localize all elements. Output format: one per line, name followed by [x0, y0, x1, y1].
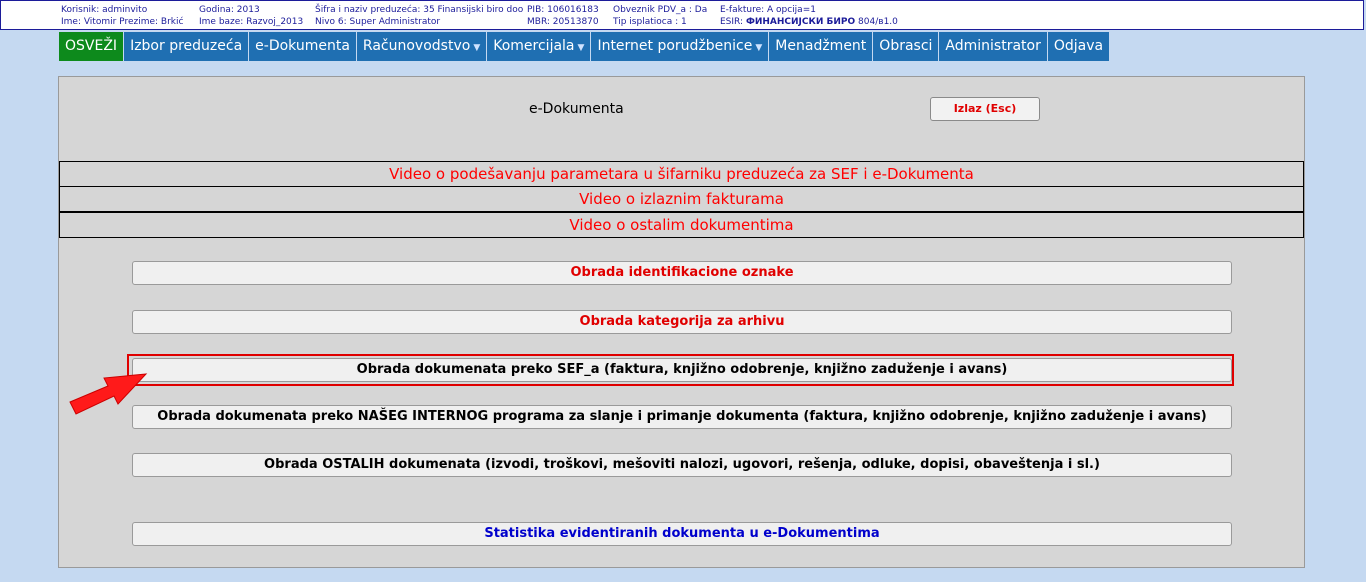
- menu-refresh[interactable]: OSVEŽI: [59, 32, 124, 61]
- vat-payer: Obveznik PDV_a : Da: [613, 5, 708, 15]
- menu-e-documents-label: e-Dokumenta: [255, 38, 350, 54]
- sef-documents-button[interactable]: Obrada dokumenata preko SEF_a (faktura, …: [132, 358, 1232, 382]
- mbr-value: MBR: 20513870: [527, 17, 599, 27]
- efakture-info: E-fakture: A opcija=1 ESIR: ФИНАНСИЈСКИ …: [720, 4, 898, 28]
- video-link-other-documents[interactable]: Video o ostalim dokumentima: [59, 212, 1304, 238]
- identification-mark-button[interactable]: Obrada identifikacione oznake: [132, 261, 1232, 285]
- statistics-button[interactable]: Statistika evidentiranih dokumenta u e-D…: [132, 522, 1232, 546]
- access-level: Nivo 6: Super Administrator: [315, 17, 441, 27]
- menu-accounting-label: Računovodstvo: [362, 38, 471, 54]
- video-link-sef-settings[interactable]: Video o podešavanju parametara u šifarni…: [59, 161, 1304, 187]
- payer-type: Tip isplatioca : 1: [613, 17, 687, 27]
- menu-company-select[interactable]: Izbor preduzeća: [124, 32, 249, 61]
- caret-down-icon: ▼: [755, 43, 763, 53]
- main-menu: OSVEŽI Izbor preduzeća e-Dokumenta Račun…: [59, 32, 1110, 61]
- tax-info: PIB: 106016183 MBR: 20513870: [527, 4, 599, 28]
- menu-commercial[interactable]: Komercijala ▼: [487, 32, 591, 61]
- menu-management-label: Menadžment: [775, 38, 867, 54]
- menu-administrator[interactable]: Administrator: [939, 32, 1047, 61]
- menu-forms[interactable]: Obrasci: [873, 32, 939, 61]
- user-name: Ime: Vitomir Prezime: Brkić: [61, 17, 184, 27]
- menu-internet-orders-label: Internet porudžbenice: [597, 38, 753, 54]
- menu-administrator-label: Administrator: [945, 38, 1041, 54]
- database-name: Ime baze: Razvoj_2013: [199, 17, 304, 27]
- company-name: Šifra i naziv preduzeća: 35 Finansijski …: [315, 5, 524, 15]
- menu-internet-orders[interactable]: Internet porudžbenice ▼: [591, 32, 769, 61]
- menu-logout[interactable]: Odjava: [1047, 32, 1110, 61]
- internal-program-documents-button[interactable]: Obrada dokumenata preko NAŠEG INTERNOG p…: [132, 405, 1232, 429]
- caret-down-icon: ▼: [577, 43, 585, 53]
- session-info-bar: Korisnik: adminvito Ime: Vitomir Prezime…: [0, 0, 1364, 30]
- archive-categories-button[interactable]: Obrada kategorija za arhivu: [132, 310, 1232, 334]
- esir-version: 804/в1.0: [855, 17, 898, 27]
- year-value: Godina: 2013: [199, 5, 260, 15]
- caret-down-icon: ▼: [473, 43, 481, 53]
- user-login: Korisnik: adminvito: [61, 5, 148, 15]
- menu-e-documents[interactable]: e-Dokumenta: [249, 32, 356, 61]
- menu-management[interactable]: Menadžment: [769, 32, 873, 61]
- company-info: Šifra i naziv preduzeća: 35 Finansijski …: [315, 4, 523, 28]
- efakture-option: E-fakture: A opcija=1: [720, 5, 816, 15]
- user-info: Korisnik: adminvito Ime: Vitomir Prezime…: [61, 4, 183, 28]
- esir-info: ESIR: ФИНАНСИЈСКИ БИРО 804/в1.0: [720, 16, 898, 28]
- pib-value: PIB: 106016183: [527, 5, 599, 15]
- menu-accounting[interactable]: Računovodstvo ▼: [356, 32, 487, 61]
- menu-refresh-label: OSVEŽI: [65, 38, 118, 54]
- video-link-outgoing-invoices[interactable]: Video o izlaznim fakturama: [59, 186, 1304, 212]
- exit-button[interactable]: Izlaz (Esc): [930, 97, 1040, 121]
- esir-value: ФИНАНСИЈСКИ БИРО: [745, 17, 856, 27]
- other-documents-button[interactable]: Obrada OSTALIH dokumenata (izvodi, trošk…: [132, 453, 1232, 477]
- page-title: e-Dokumenta: [529, 101, 624, 117]
- menu-commercial-label: Komercijala: [493, 38, 575, 54]
- menu-logout-label: Odjava: [1053, 38, 1104, 54]
- menu-forms-label: Obrasci: [879, 38, 933, 54]
- esir-label: ESIR:: [720, 17, 746, 27]
- year-info: Godina: 2013 Ime baze: Razvoj_2013: [199, 4, 303, 28]
- vat-info: Obveznik PDV_a : Da Tip isplatioca : 1: [613, 4, 707, 28]
- e-documents-panel: e-Dokumenta Izlaz (Esc) Video o podešava…: [58, 76, 1305, 568]
- menu-company-select-label: Izbor preduzeća: [130, 38, 243, 54]
- red-arrow-icon: [69, 373, 148, 415]
